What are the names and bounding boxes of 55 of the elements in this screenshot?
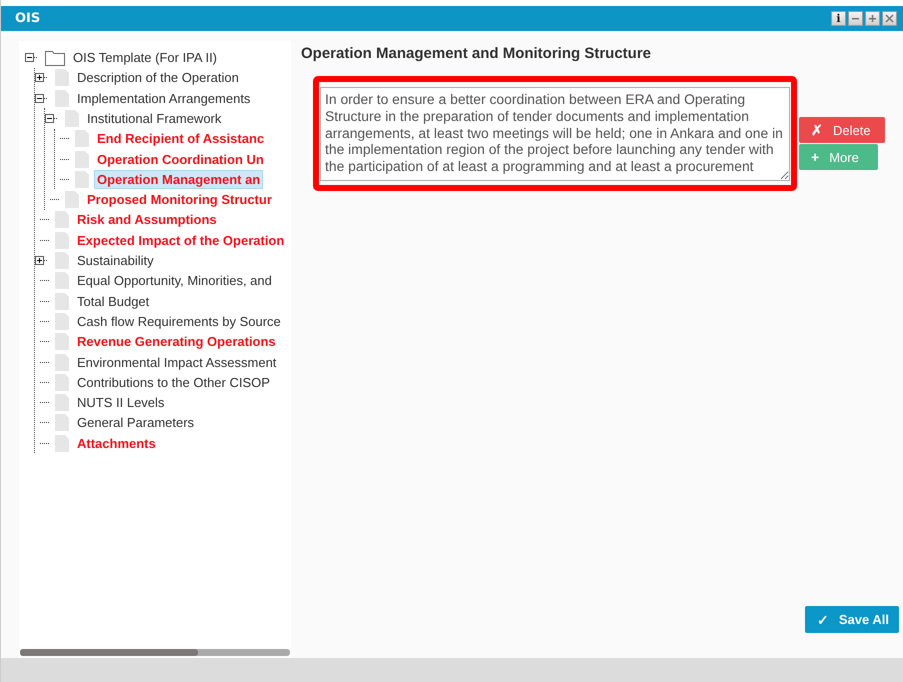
document-icon <box>55 434 69 452</box>
document-icon <box>55 69 69 86</box>
tree-item[interactable]: Description of the Operation <box>75 69 241 86</box>
close-icon <box>885 14 894 24</box>
collapse-toggle[interactable] <box>35 94 48 103</box>
tree-item[interactable]: End Recipient of Assistanc <box>95 130 266 148</box>
document-icon <box>65 110 79 127</box>
tree-item[interactable]: Institutional Framework <box>85 110 224 127</box>
maximize-button[interactable] <box>865 11 880 26</box>
tree-item[interactable]: Revenue Generating Operations <box>75 333 278 350</box>
document-icon <box>65 191 79 208</box>
expand-toggle[interactable] <box>35 256 48 266</box>
tree-item[interactable]: Operation Coordination Un <box>95 150 266 168</box>
document-icon <box>55 333 69 350</box>
tree-item[interactable]: Risk and Assumptions <box>75 211 219 228</box>
document-icon <box>55 414 69 432</box>
tree-item[interactable]: Attachments <box>75 434 158 452</box>
document-icon <box>75 130 89 148</box>
text-area[interactable]: In order to ensure a better coordination between ERA and Operating Structure in the preparation of tender documents and implementation arrangements, at least two meetings will be held; one in Ankara and one in the implementation region of the project before launching any tender with the participation of at least a programming and at least a procurement <box>320 87 790 182</box>
expand-toggle[interactable] <box>35 73 48 82</box>
document-icon <box>55 232 69 249</box>
tree-item[interactable]: OIS Template (For IPA II) <box>71 49 220 66</box>
collapse-toggle[interactable] <box>25 53 38 62</box>
tree-item[interactable]: Equal Opportunity, Minorities, and <box>75 272 274 290</box>
close-button[interactable] <box>882 11 897 26</box>
tree-item[interactable]: Implementation Arrangements <box>75 90 252 107</box>
horizontal-scrollbar[interactable] <box>20 649 290 656</box>
document-icon <box>55 354 69 370</box>
tree-item[interactable]: Contributions to the Other CISOP <box>75 374 272 391</box>
window-title: OIS <box>15 11 42 26</box>
tree-item[interactable]: Sustainability <box>75 252 156 270</box>
document-icon <box>55 272 69 290</box>
tree-item[interactable]: Environmental Impact Assessment <box>75 354 278 370</box>
tree-item[interactable]: General Parameters <box>75 414 196 432</box>
document-icon <box>55 252 69 270</box>
tree-item[interactable]: Expected Impact of the Operation <box>75 232 286 249</box>
folder-icon <box>45 49 65 66</box>
document-icon <box>55 292 69 310</box>
delete-button[interactable]: ✗ Delete <box>799 117 885 144</box>
tree-item[interactable]: Total Budget <box>75 292 152 310</box>
plus-icon <box>868 14 877 24</box>
document-icon <box>55 394 69 412</box>
document-icon <box>55 374 69 391</box>
document-icon <box>55 90 69 107</box>
tree-item[interactable]: Cash flow Requirements by Source <box>75 312 283 330</box>
tree-item[interactable]: NUTS II Levels <box>75 394 166 412</box>
document-icon <box>55 312 69 330</box>
document-icon <box>55 211 69 228</box>
info-button[interactable]: i <box>831 11 846 26</box>
document-icon <box>75 170 89 188</box>
tree-item[interactable]: Proposed Monitoring Structur <box>85 191 274 208</box>
collapse-toggle[interactable] <box>45 114 58 123</box>
document-icon <box>75 150 89 168</box>
minimize-button[interactable] <box>848 11 863 26</box>
section-heading: Operation Management and Monitoring Structure <box>301 45 652 62</box>
